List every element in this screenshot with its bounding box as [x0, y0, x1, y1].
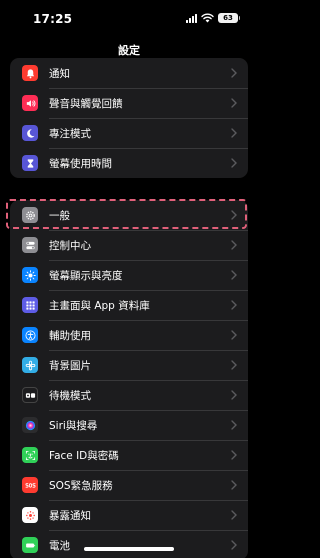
settings-row-label: 聲音與觸覺回饋: [49, 97, 123, 110]
settings-row-label: 一般: [49, 209, 70, 222]
flower-icon: [22, 357, 38, 373]
chevron-right-icon: [231, 420, 237, 430]
settings-row-label: SOS緊急服務: [49, 479, 113, 492]
settings-group-general: 一般 控制中心 螢幕顯示與亮度 主畫面與 App 資料庫 輔助使用 背景圖片 待…: [10, 200, 248, 558]
wifi-icon: [201, 13, 214, 23]
settings-row-exposure-notifications[interactable]: 暴露通知: [10, 500, 248, 530]
settings-row-label: 主畫面與 App 資料庫: [49, 299, 150, 312]
settings-row-screen-time[interactable]: 螢幕使用時間: [10, 148, 248, 178]
settings-row-label: 專注模式: [49, 127, 91, 140]
standby-icon: [22, 387, 38, 403]
home-indicator: [84, 547, 174, 551]
chevron-right-icon: [231, 510, 237, 520]
settings-row-label: Siri與搜尋: [49, 419, 98, 432]
status-icons: 63: [186, 13, 240, 23]
page-title: 設定: [118, 44, 140, 57]
chevron-right-icon: [231, 360, 237, 370]
faceid-icon: [22, 447, 38, 463]
settings-row-label: 暴露通知: [49, 509, 91, 522]
settings-row-display-brightness[interactable]: 螢幕顯示與亮度: [10, 260, 248, 290]
chevron-right-icon: [231, 158, 237, 168]
sun-icon: [22, 267, 38, 283]
settings-group-notifications: 通知 聲音與觸覺回饋 專注模式 螢幕使用時間: [10, 58, 248, 178]
settings-row-label: 待機模式: [49, 389, 91, 402]
chevron-right-icon: [231, 450, 237, 460]
speaker-icon: [22, 95, 38, 111]
settings-row-face-id[interactable]: Face ID與密碼: [10, 440, 248, 470]
settings-row-sounds[interactable]: 聲音與觸覺回饋: [10, 88, 248, 118]
settings-row-battery[interactable]: 電池: [10, 530, 248, 558]
chevron-right-icon: [231, 68, 237, 78]
siri-icon: [22, 417, 38, 433]
settings-row-general[interactable]: 一般: [10, 200, 248, 230]
settings-row-control-center[interactable]: 控制中心: [10, 230, 248, 260]
bell-icon: [22, 65, 38, 81]
exposure-icon: [22, 507, 38, 523]
settings-row-home-screen[interactable]: 主畫面與 App 資料庫: [10, 290, 248, 320]
settings-row-label: 通知: [49, 67, 70, 80]
settings-row-siri-search[interactable]: Siri與搜尋: [10, 410, 248, 440]
settings-row-accessibility[interactable]: 輔助使用: [10, 320, 248, 350]
status-bar: 17:25 63: [0, 0, 258, 36]
settings-row-emergency-sos[interactable]: SOS緊急服務: [10, 470, 248, 500]
chevron-right-icon: [231, 270, 237, 280]
accessibility-icon: [22, 327, 38, 343]
chevron-right-icon: [231, 98, 237, 108]
chevron-right-icon: [231, 128, 237, 138]
chevron-right-icon: [231, 390, 237, 400]
chevron-right-icon: [231, 540, 237, 550]
chevron-right-icon: [231, 240, 237, 250]
settings-row-label: 螢幕顯示與亮度: [49, 269, 123, 282]
chevron-right-icon: [231, 300, 237, 310]
settings-row-label: 控制中心: [49, 239, 91, 252]
chevron-right-icon: [231, 210, 237, 220]
chevron-right-icon: [231, 330, 237, 340]
hourglass-icon: [22, 155, 38, 171]
moon-icon: [22, 125, 38, 141]
settings-row-notifications[interactable]: 通知: [10, 58, 248, 88]
settings-row-focus[interactable]: 專注模式: [10, 118, 248, 148]
battery-indicator: 63: [218, 13, 240, 23]
battery-icon: [22, 537, 38, 553]
settings-row-label: 背景圖片: [49, 359, 91, 372]
settings-row-label: 電池: [49, 539, 70, 552]
settings-row-label: 螢幕使用時間: [49, 157, 112, 170]
settings-row-standby[interactable]: 待機模式: [10, 380, 248, 410]
cellular-signal-icon: [186, 13, 197, 23]
settings-row-wallpaper[interactable]: 背景圖片: [10, 350, 248, 380]
toggles-icon: [22, 237, 38, 253]
settings-row-label: 輔助使用: [49, 329, 91, 342]
gear-icon: [22, 207, 38, 223]
sos-icon: [22, 477, 38, 493]
grid-icon: [22, 297, 38, 313]
settings-row-label: Face ID與密碼: [49, 449, 119, 462]
status-time: 17:25: [33, 12, 73, 26]
chevron-right-icon: [231, 480, 237, 490]
